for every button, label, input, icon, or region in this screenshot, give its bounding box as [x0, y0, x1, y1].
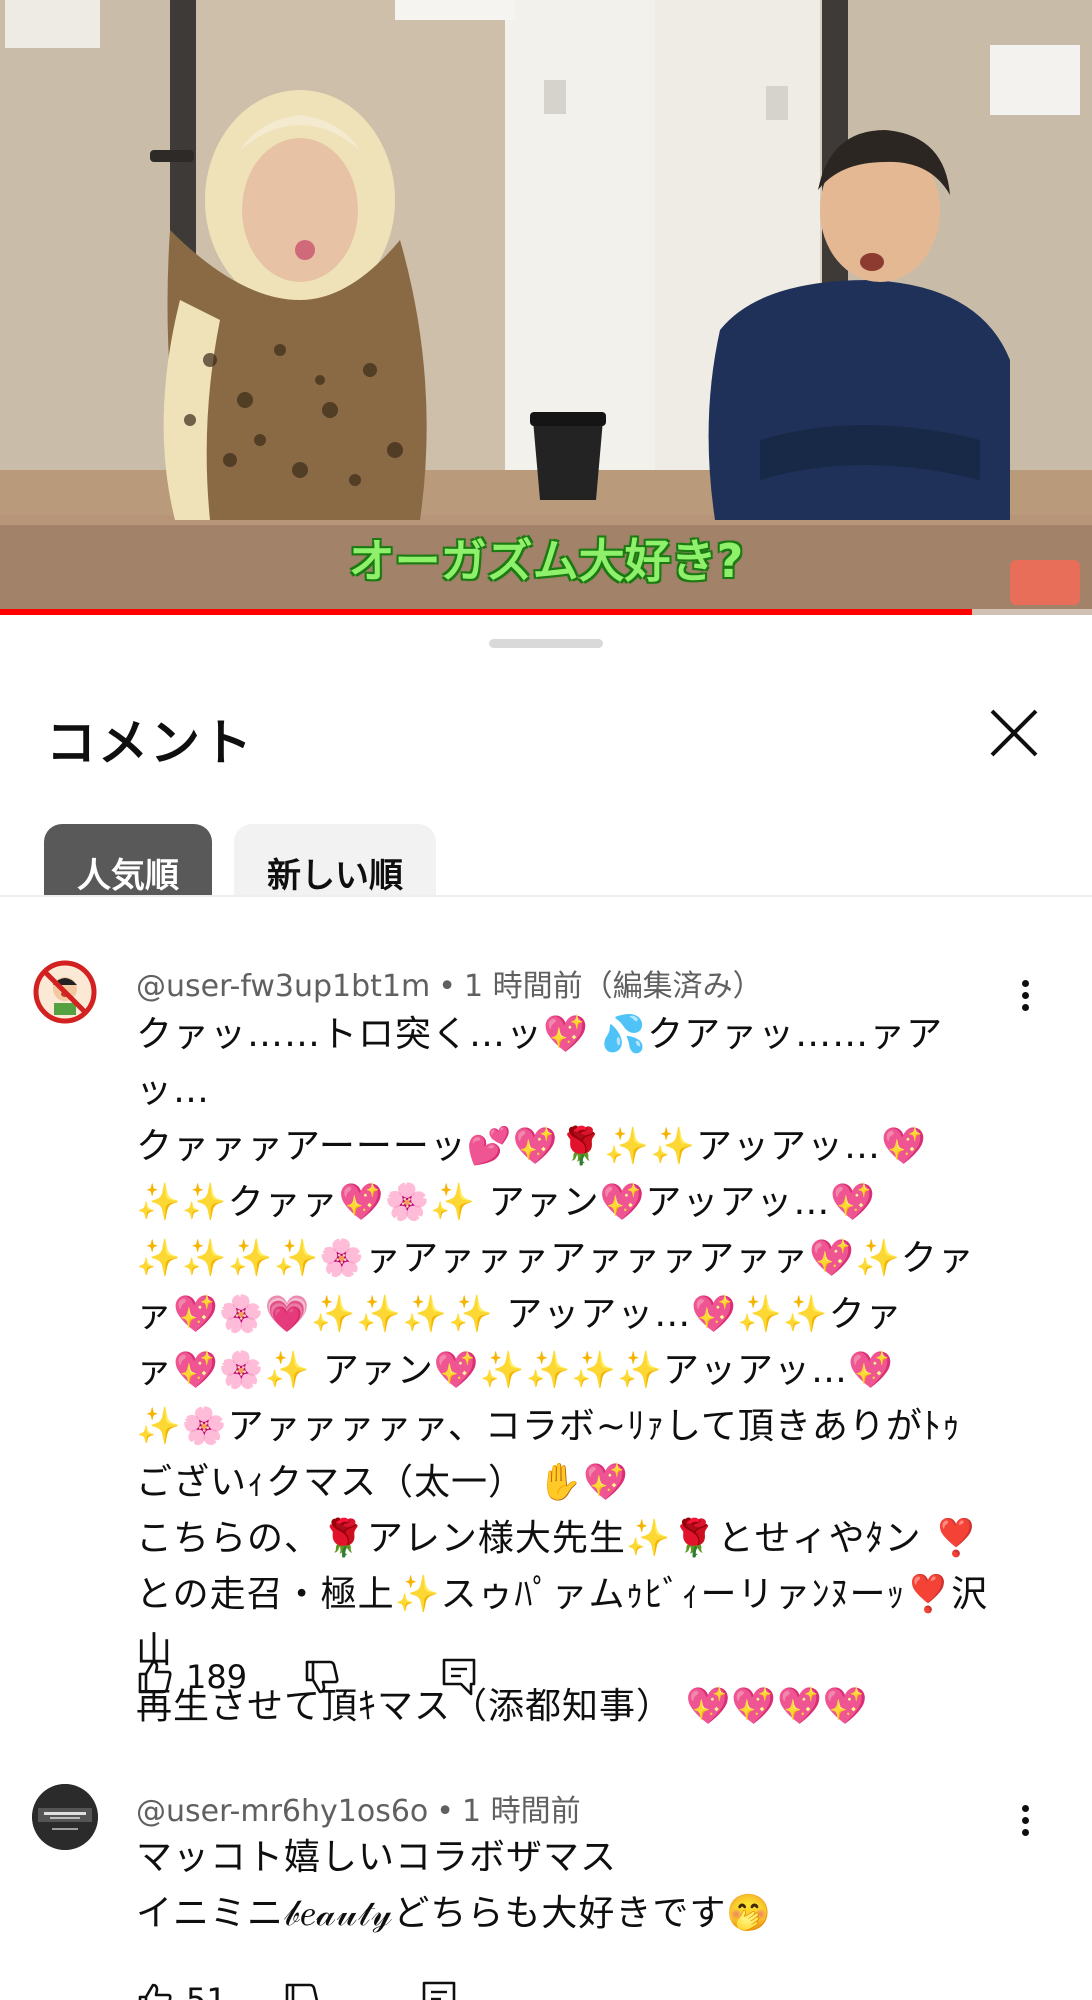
- comments-sheet: コメント 人気順 新しい順 @user-fw3up1bt1m • 1 時間前（編集済…: [0, 615, 1092, 2000]
- comment-author[interactable]: @user-fw3up1bt1m: [136, 969, 430, 1004]
- close-icon: [990, 709, 1038, 757]
- chips-mask: [0, 896, 1092, 936]
- video-player[interactable]: オーガズム大好き?: [0, 0, 1092, 615]
- reply-icon: [442, 1658, 476, 1696]
- more-dots-icon: [1021, 980, 1029, 987]
- like-count: 51: [186, 1981, 227, 2000]
- drag-handle[interactable]: [489, 639, 603, 648]
- no-smoking-avatar-icon[interactable]: [32, 959, 98, 1025]
- reply-button[interactable]: [421, 1980, 457, 2000]
- comment-actions: 51: [136, 1980, 457, 2000]
- comment-text: クァッ……トロ突く…ッ💖 💦クアァッ……ァアッ… クァァァアーーーッ💕💖🌹✨✨ア…: [136, 1014, 989, 1727]
- thumbs-down-icon: [305, 1660, 339, 1694]
- comment-meta: @user-fw3up1bt1m • 1 時間前（編集済み）: [136, 969, 763, 1004]
- more-dots-icon: [1021, 1829, 1029, 1836]
- more-dots-icon: [1021, 992, 1029, 999]
- comment-author[interactable]: @user-mr6hy1os6o: [136, 1794, 428, 1829]
- comment-meta: @user-mr6hy1os6o • 1 時間前: [136, 1794, 581, 1829]
- comment-time: 1 時間前（編集済み）: [463, 969, 763, 1004]
- header-divider: [0, 895, 1092, 897]
- like-count: 189: [186, 1658, 248, 1696]
- thumbs-down-icon: [285, 1983, 318, 2000]
- close-button[interactable]: [984, 703, 1044, 763]
- comment-time: 1 時間前: [461, 1794, 581, 1829]
- reply-icon: [422, 1981, 456, 2000]
- discover-logo-avatar-icon[interactable]: [32, 1784, 98, 1850]
- like-button[interactable]: 189: [136, 1658, 303, 1696]
- reply-button[interactable]: [441, 1657, 477, 1697]
- sheet-title: コメント: [46, 714, 254, 772]
- more-dots-icon: [1021, 1004, 1029, 1011]
- dislike-button[interactable]: [283, 1981, 321, 2000]
- thumbs-up-icon: [138, 1983, 172, 2000]
- more-dots-icon: [1021, 1817, 1029, 1824]
- comment-actions: 189: [136, 1657, 477, 1697]
- like-button[interactable]: 51: [136, 1981, 283, 2000]
- more-dots-icon: [1021, 1805, 1029, 1812]
- video-frame-illustration: [0, 0, 1092, 615]
- thumbs-up-icon: [138, 1660, 172, 1694]
- comment-text: マッコト嬉しいコラボザマス イニミニ𝒷𝑒𝒶𝓊𝓉𝓎どちらも大好きです🤭: [136, 1837, 773, 1934]
- dislike-button[interactable]: [303, 1658, 341, 1696]
- video-caption: オーガズム大好き?: [348, 534, 744, 588]
